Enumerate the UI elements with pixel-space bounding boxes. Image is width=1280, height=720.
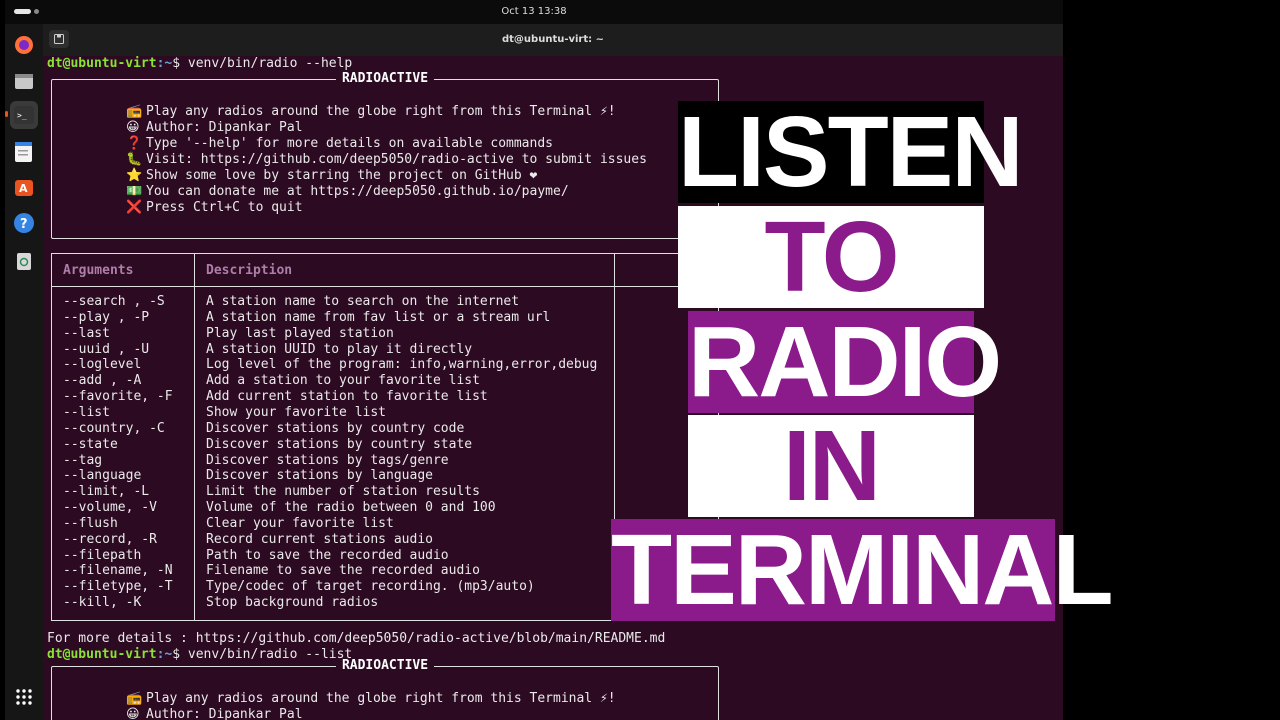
description-cell: Filename to save the recorded audio [206,563,480,579]
prompt-sign: $ [172,56,188,71]
files-icon[interactable] [10,67,38,95]
window-title: dt@ubuntu-virt: ~ [501,34,605,45]
info-line: ❓ Type '--help' for more details on avail… [126,136,553,151]
money-icon: 💵 [126,184,143,199]
svg-text:A: A [19,182,28,195]
argument-cell: --kill, -K [63,595,142,611]
info-panel: RADIOACTIVE 📻 Play any radios around the … [51,658,719,720]
cross-icon: ❌ [126,200,143,215]
prompt-line: dt@ubuntu-virt:~$ venv/bin/radio --list [47,647,352,663]
info-line: 😀 Author: Dipankar Pal [126,707,303,720]
argument-cell: --language [63,468,142,484]
show-apps-icon[interactable] [10,683,38,711]
description-cell: A station name to search on the internet [206,294,520,309]
description-cell: A station UUID to play it directly [206,341,473,357]
info-line: ⭐ Show some love by starring the project … [126,168,538,183]
running-indicator [5,111,8,117]
argument-cell: --favorite, -F [63,389,173,405]
clock[interactable]: Oct 13 13:38 [5,6,1063,17]
more-details-line: For more details : https://github.com/de… [47,631,666,646]
info-line: ❌ Press Ctrl+C to quit [126,200,303,215]
description-cell: Play last played station [206,325,394,341]
description-cell: Log level of the program: info,warning,e… [206,357,598,373]
description-cell: Path to save the recorded audio [206,547,449,563]
argument-cell: --last [63,325,110,341]
terminal-icon[interactable]: >_ [10,101,38,129]
description-cell: Record current stations audio [206,531,433,547]
overlay-title-line-4: IN THE [688,415,974,619]
description-cell: Stop background radios [206,595,379,611]
window-titlebar[interactable]: dt@ubuntu-virt: ~ [43,24,1063,56]
argument-cell: --uuid , -U [63,341,150,357]
question-icon: ❓ [126,136,143,151]
column-header-arguments: Arguments [63,263,134,278]
info-line: 💵 You can donate me at https://deep5050.g… [126,184,569,199]
star-icon: ⭐ [126,168,143,183]
argument-cell: --loglevel [63,357,142,373]
prompt-user: dt@ubuntu-virt [47,56,157,71]
argument-cell: --play , -P [63,309,150,325]
command-text: venv/bin/radio --list [187,647,353,662]
overlay-title-line-2: TO THE [678,206,984,410]
argument-cell: --tag [63,452,103,468]
trash-icon[interactable] [10,246,38,274]
description-cell: Limit the number of station results [206,484,480,500]
dock: >_ A ? [5,24,43,720]
argument-cell: --record, -R [63,531,157,547]
info-line: 📻 Play any radios around the globe right … [126,104,616,119]
argument-cell: --list [63,404,110,420]
smile-icon: 😀 [126,120,140,135]
description-cell: Add a station to your favorite list [206,373,480,389]
svg-text:?: ? [20,217,28,232]
help-icon[interactable]: ? [10,209,38,237]
prompt-user: dt@ubuntu-virt [47,647,157,662]
description-cell: A station name from fav list or a stream… [206,309,551,325]
argument-cell: --country, -C [63,420,165,436]
smile-icon: 😀 [126,707,140,720]
description-cell: Add current station to favorite list [206,389,488,405]
argument-cell: --volume, -V [63,500,157,516]
argument-cell: --limit, -L [63,484,150,500]
argument-cell: --state [63,436,118,452]
argument-cell: --filetype, -T [63,579,173,595]
description-cell: Discover stations by country state [206,436,473,452]
description-cell: Clear your favorite list [206,515,394,531]
description-cell: Volume of the radio between 0 and 100 [206,500,496,516]
panel-title: RADIOACTIVE [335,658,435,674]
text-editor-icon[interactable] [10,138,38,166]
column-header-description: Description [206,263,293,278]
panel-title: RADIOACTIVE [335,71,435,87]
description-cell: Show your favorite list [206,404,387,420]
overlay-title-line-1: LISTEN [678,96,1024,208]
argument-cell: --filename, -N [63,563,173,579]
overlay-title-line-3: RADIO [688,306,1002,418]
description-cell: Type/codec of target recording. (mp3/aut… [206,579,535,595]
info-line: 😀 Author: Dipankar Pal [126,120,303,135]
info-line: 📻 Play any radios around the globe right … [126,691,616,706]
firefox-icon[interactable] [10,31,38,59]
info-line: 🐛 Visit: https://github.com/deep5050/radi… [126,152,647,167]
app-center-icon[interactable]: A [10,173,38,201]
prompt-sign: $ [172,647,188,662]
command-text: venv/bin/radio --help [187,56,353,71]
overlay-title-line-5: TERMINAL [611,514,1114,626]
prompt-path: :~ [156,56,173,71]
argument-cell: --filepath [63,547,142,563]
info-panel: RADIOACTIVE 📻 Play any radios around the … [51,71,719,239]
argument-cell: --flush [63,515,118,531]
description-cell: Discover stations by country code [206,420,465,436]
description-cell: Discover stations by language [206,468,433,484]
top-bar: Oct 13 13:38 [5,0,1063,24]
description-cell: Discover stations by tags/genre [206,452,449,468]
bug-icon: 🐛 [126,152,143,167]
radio-icon: 📻 [126,104,143,119]
svg-text:>_: >_ [17,111,27,120]
argument-cell: --search , -S [63,294,165,309]
prompt-path: :~ [156,647,173,662]
radio-icon: 📻 [126,691,143,706]
argument-cell: --add , -A [63,373,142,389]
prompt-line: dt@ubuntu-virt:~$ venv/bin/radio --help [47,56,352,72]
